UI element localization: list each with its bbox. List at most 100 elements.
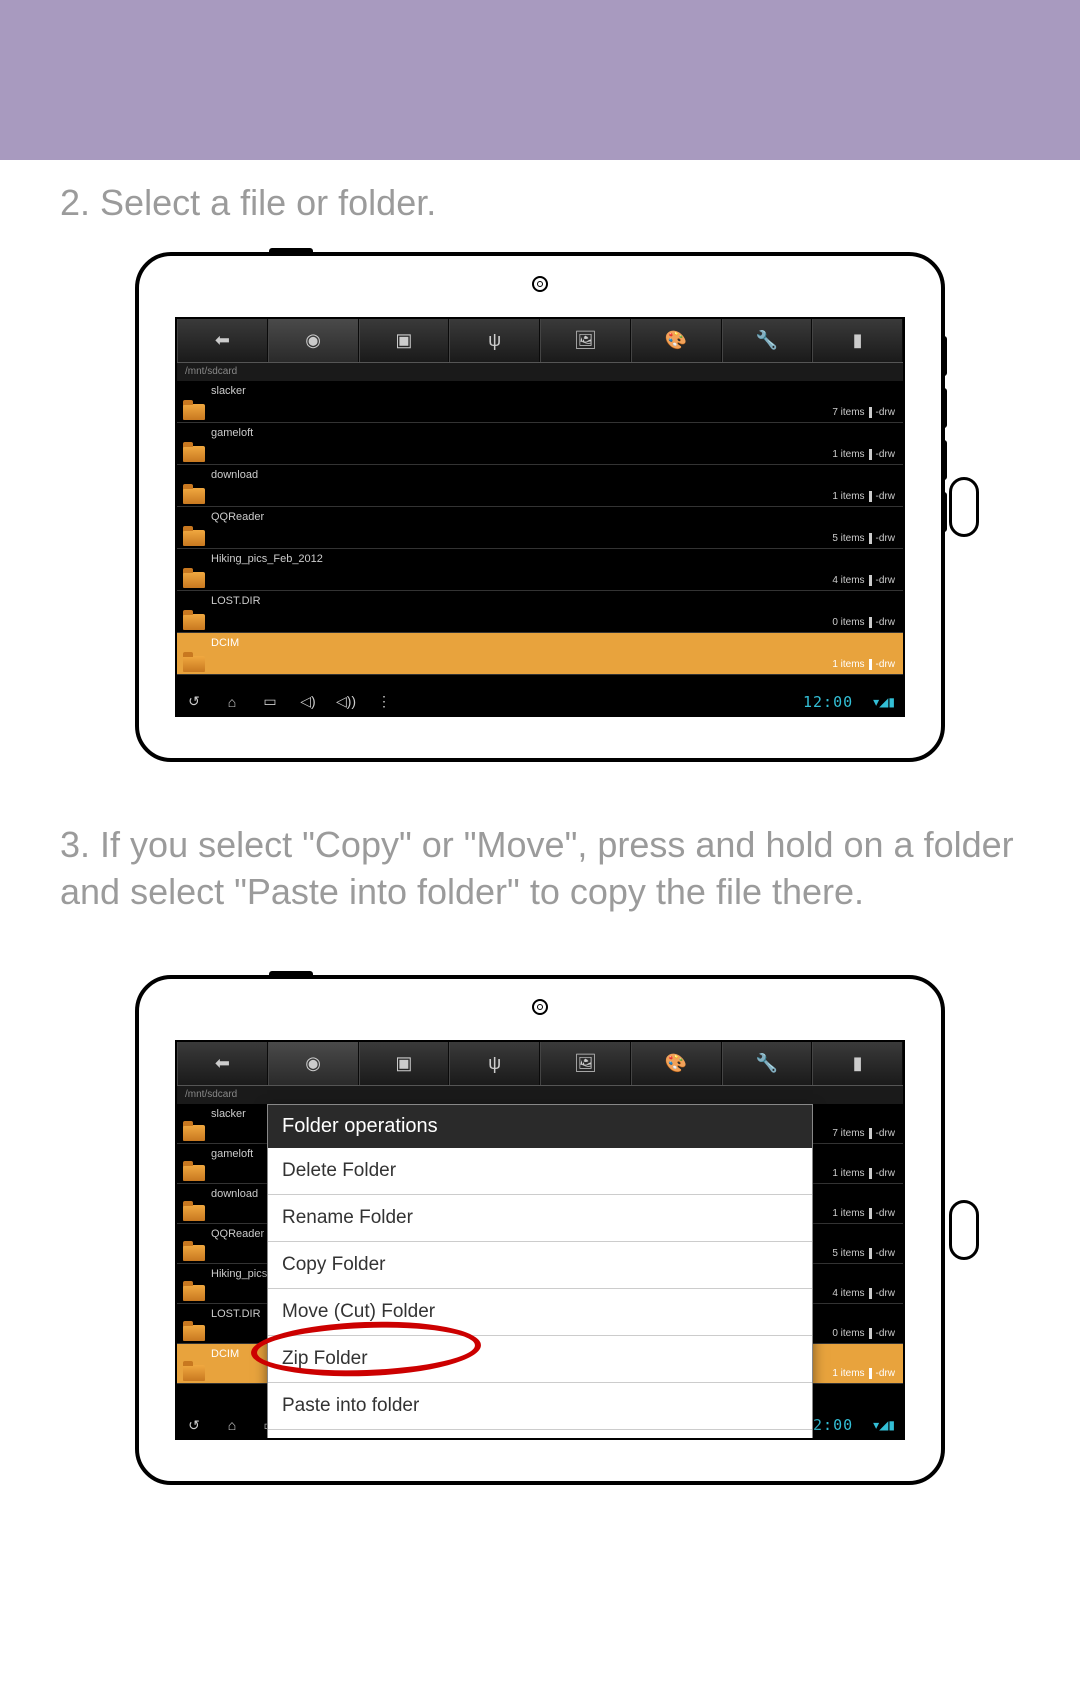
file-name: Hiking_pics_Feb_2012 xyxy=(211,553,323,565)
folder-icon xyxy=(183,1325,205,1341)
menu-icon[interactable]: ⋮ xyxy=(375,693,393,710)
folder-icon xyxy=(183,530,205,546)
context-menu: Folder operations Delete FolderRename Fo… xyxy=(267,1104,813,1440)
file-name: download xyxy=(211,469,258,481)
tool-icon[interactable]: 🔧 xyxy=(722,319,813,362)
folder-icon xyxy=(183,446,205,462)
nav-bar: ↺ ⌂ ▭ ◁) ◁)) ⋮ 12:00 ▾◢▮ xyxy=(177,689,903,715)
folder-icon xyxy=(183,1365,205,1381)
context-menu-item[interactable]: Rename Folder xyxy=(268,1195,812,1242)
file-name: gameloft xyxy=(211,427,253,439)
context-menu-item[interactable]: Zip Folder xyxy=(268,1336,812,1383)
back-arrow-icon[interactable]: ⬅ xyxy=(177,319,268,362)
context-menu-item[interactable]: Copy Folder xyxy=(268,1242,812,1289)
file-meta: 4 items-drw xyxy=(832,1288,895,1299)
file-meta: 5 items-drw xyxy=(832,533,895,544)
file-name: LOST.DIR xyxy=(211,595,261,607)
clock: 12:00 xyxy=(803,693,853,711)
file-name: gameloft xyxy=(211,1148,253,1160)
back-arrow-icon[interactable]: ⬅ xyxy=(177,1042,268,1085)
file-name: slacker xyxy=(211,385,246,397)
front-camera xyxy=(532,999,548,1015)
back-icon[interactable]: ↺ xyxy=(185,1417,203,1434)
back-icon[interactable]: ↺ xyxy=(185,693,203,710)
image-icon[interactable]: 🖼 xyxy=(540,1042,631,1085)
side-buttons xyxy=(941,336,949,544)
file-name: QQReader xyxy=(211,1228,264,1240)
folder-icon xyxy=(183,1245,205,1261)
home-icon[interactable]: ⌂ xyxy=(223,694,241,710)
file-name: download xyxy=(211,1188,258,1200)
file-row[interactable]: gameloft 1 items-drw xyxy=(177,423,903,465)
file-name: LOST.DIR xyxy=(211,1308,261,1320)
file-name: DCIM xyxy=(211,637,239,649)
doc-icon[interactable]: ▮ xyxy=(812,1042,903,1085)
screen-1: ⬅ ◉ ▣ ψ 🖼 🎨 🔧 ▮ /mnt/sdcard slacker7 ite… xyxy=(175,317,905,717)
folder-icon xyxy=(183,404,205,420)
file-meta: 1 items-drw xyxy=(832,491,895,502)
file-row[interactable]: Hiking_pics_Feb_2012 4 items-drw xyxy=(177,549,903,591)
file-list: slacker7 items-drwgameloft1 items-drwdow… xyxy=(177,381,903,675)
tablet-2-wrap: ⬅ ◉ ▣ ψ 🖼 🎨 🔧 ▮ /mnt/sdcard slacker7 ite… xyxy=(0,915,1080,1525)
palette-icon[interactable]: 🎨 xyxy=(631,319,722,362)
palette-icon[interactable]: 🎨 xyxy=(631,1042,722,1085)
doc-icon[interactable]: ▮ xyxy=(812,319,903,362)
context-menu-item[interactable]: Delete Folder xyxy=(268,1148,812,1195)
file-meta: 7 items-drw xyxy=(832,407,895,418)
file-meta: 5 items-drw xyxy=(832,1248,895,1259)
file-meta: 1 items-drw xyxy=(832,449,895,460)
step-2-num: 2. xyxy=(60,182,90,223)
file-meta: 4 items-drw xyxy=(832,575,895,586)
sd-icon[interactable]: ▣ xyxy=(359,1042,450,1085)
file-meta: 1 items-drw xyxy=(832,1208,895,1219)
usb-icon[interactable]: ψ xyxy=(449,319,540,362)
volume-down-icon[interactable]: ◁) xyxy=(299,693,317,710)
header-banner xyxy=(0,0,1080,160)
folder-icon xyxy=(183,1205,205,1221)
file-meta: 0 items-drw xyxy=(832,617,895,628)
context-menu-item[interactable]: Paste into folder xyxy=(268,1383,812,1430)
tablet-1-wrap: ⬅ ◉ ▣ ψ 🖼 🎨 🔧 ▮ /mnt/sdcard slacker7 ite… xyxy=(0,227,1080,802)
context-menu-title: Folder operations xyxy=(268,1105,812,1148)
folder-icon xyxy=(183,1165,205,1181)
step-3-num: 3. xyxy=(60,824,90,865)
tablet-device-1: ⬅ ◉ ▣ ψ 🖼 🎨 🔧 ▮ /mnt/sdcard slacker7 ite… xyxy=(135,252,945,762)
folder-icon xyxy=(183,1285,205,1301)
image-icon[interactable]: 🖼 xyxy=(540,319,631,362)
file-row[interactable]: download 1 items-drw xyxy=(177,465,903,507)
toolbar: ⬅ ◉ ▣ ψ 🖼 🎨 🔧 ▮ xyxy=(177,1042,903,1086)
recent-icon[interactable]: ▭ xyxy=(261,693,279,710)
context-menu-item[interactable]: Extract here xyxy=(268,1430,812,1440)
step-3-body: If you select "Copy" or "Move", press an… xyxy=(60,824,1014,912)
file-row[interactable]: QQReader5 items-drw xyxy=(177,507,903,549)
step-2-body: Select a file or folder. xyxy=(100,182,436,223)
usb-icon[interactable]: ψ xyxy=(449,1042,540,1085)
file-meta: 1 items-drw xyxy=(832,659,895,670)
home-button xyxy=(949,1200,979,1260)
file-meta: 1 items-drw xyxy=(832,1368,895,1379)
file-meta: 1 items-drw xyxy=(832,1168,895,1179)
toolbar: ⬅ ◉ ▣ ψ 🖼 🎨 🔧 ▮ xyxy=(177,319,903,363)
folder-icon xyxy=(183,488,205,504)
volume-up-icon[interactable]: ◁)) xyxy=(337,693,355,710)
folder-icon xyxy=(183,656,205,672)
camera-icon[interactable]: ◉ xyxy=(268,1042,359,1085)
context-menu-item[interactable]: Move (Cut) Folder xyxy=(268,1289,812,1336)
file-row[interactable]: DCIM 1 items-drw xyxy=(177,633,903,675)
step-2-text: 2. Select a file or folder. xyxy=(0,160,1080,227)
power-button xyxy=(269,971,313,977)
file-row[interactable]: LOST.DIR 0 items-drw xyxy=(177,591,903,633)
tablet-device-2: ⬅ ◉ ▣ ψ 🖼 🎨 🔧 ▮ /mnt/sdcard slacker7 ite… xyxy=(135,975,945,1485)
signal-icon: ▾◢▮ xyxy=(873,695,895,709)
front-camera xyxy=(532,276,548,292)
folder-icon xyxy=(183,1125,205,1141)
file-row[interactable]: slacker 7 items-drw xyxy=(177,381,903,423)
home-button xyxy=(949,477,979,537)
signal-icon: ▾◢▮ xyxy=(873,1418,895,1432)
tool-icon[interactable]: 🔧 xyxy=(722,1042,813,1085)
sd-icon[interactable]: ▣ xyxy=(359,319,450,362)
camera-icon[interactable]: ◉ xyxy=(268,319,359,362)
home-icon[interactable]: ⌂ xyxy=(223,1417,241,1433)
file-meta: 0 items-drw xyxy=(832,1328,895,1339)
file-name: DCIM xyxy=(211,1348,239,1360)
